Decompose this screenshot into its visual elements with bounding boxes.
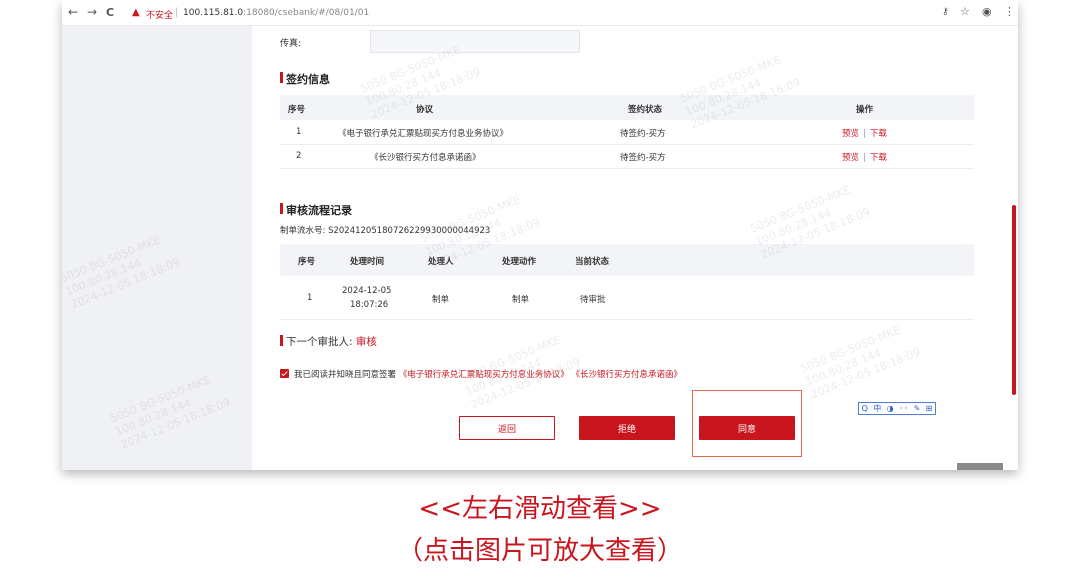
- serial-number: 制单流水号: S20241205180726229930000044923: [280, 224, 490, 236]
- ime-search-icon[interactable]: Q: [862, 404, 868, 413]
- preview-link[interactable]: 预览: [842, 153, 859, 163]
- row-status: 待审批: [580, 295, 606, 305]
- row-agreement: 《电子银行承兑汇票贴现买方付息业务协议》: [338, 129, 509, 139]
- col-sign-status: 签约状态: [628, 105, 663, 115]
- action-separator: |: [863, 153, 866, 163]
- audit-table-header: 序号 处理时间 处理人 处理动作 当前状态: [280, 244, 974, 276]
- row-handler: 制单: [432, 295, 450, 305]
- ime-toolbar[interactable]: Q 中 ◑ ◦◦ ✎ ⊞: [858, 402, 936, 415]
- row-time: 18:07:26: [350, 300, 389, 310]
- ime-moon-icon[interactable]: ◑: [887, 404, 894, 413]
- fax-input[interactable]: [370, 30, 580, 53]
- action-separator: |: [863, 129, 866, 139]
- col-status: 当前状态: [575, 257, 610, 267]
- col-handler: 处理人: [428, 257, 454, 267]
- ime-punct-icon[interactable]: ◦◦: [899, 404, 908, 413]
- download-link[interactable]: 下载: [870, 153, 887, 163]
- sidebar: [62, 26, 252, 470]
- col-time: 处理时间: [350, 257, 385, 267]
- url-path: :18080/csebank/#/08/01/01: [243, 8, 370, 18]
- ime-chinese-icon[interactable]: 中: [873, 403, 881, 414]
- row-actions: 预览 | 下载: [842, 127, 887, 139]
- forward-arrow-icon[interactable]: →: [87, 5, 97, 19]
- row-index: 1: [296, 127, 302, 137]
- next-approver-value: 审核: [355, 336, 377, 348]
- account-icon[interactable]: ◉: [982, 5, 992, 18]
- back-button[interactable]: 返回: [459, 416, 555, 440]
- browser-window: ← → C ▲ 不安全 | 100.115.81.0:18080/csebank…: [62, 0, 1018, 470]
- reload-icon[interactable]: C: [106, 6, 114, 19]
- row-index: 1: [307, 293, 313, 303]
- security-label[interactable]: 不安全: [146, 8, 173, 21]
- row-action: 制单: [512, 295, 530, 305]
- zoom-hint: （点击图片可放大查看）: [396, 536, 683, 566]
- agree-text: 我已阅读并知晓且同意签署: [294, 370, 397, 380]
- serial-label: 制单流水号:: [280, 226, 326, 236]
- row-divider: [280, 144, 974, 145]
- col-agreement: 协议: [416, 105, 434, 115]
- address-bar[interactable]: 100.115.81.0:18080/csebank/#/08/01/01: [183, 8, 369, 18]
- main-content: 传真: 签约信息 序号 协议 签约状态 操作 1 《电子银行承兑汇票贴现买方付息…: [252, 26, 1016, 470]
- row-divider: [280, 319, 974, 320]
- serial-value: S20241205180726229930000044923: [328, 226, 491, 236]
- col-actions: 操作: [856, 105, 874, 115]
- col-index: 序号: [298, 257, 316, 267]
- reject-button[interactable]: 拒绝: [579, 416, 675, 440]
- vertical-scrollbar[interactable]: [1012, 205, 1016, 395]
- star-icon[interactable]: ☆: [960, 5, 970, 18]
- download-link[interactable]: 下载: [870, 129, 887, 139]
- agree-checkbox[interactable]: [280, 369, 289, 378]
- signing-table-header: 序号 协议 签约状态 操作: [280, 95, 974, 120]
- agreement-confirm: 我已阅读并知晓且同意签署 《电子银行承兑汇票贴现买方付息业务协议》 《长沙银行买…: [280, 368, 682, 380]
- row-actions: 预览 | 下载: [842, 151, 887, 163]
- row-date: 2024-12-05: [342, 286, 392, 296]
- row-divider: [280, 168, 974, 169]
- next-approver-label: 下一个审批人:: [286, 336, 353, 348]
- agree-doc1-link[interactable]: 《电子银行承兑汇票贴现买方付息业务协议》: [399, 370, 569, 380]
- audit-section-title: 审核流程记录: [280, 202, 352, 218]
- horizontal-scrollbar[interactable]: [957, 463, 1003, 470]
- fax-label: 传真:: [280, 39, 302, 49]
- ime-grid-icon[interactable]: ⊞: [926, 404, 933, 413]
- menu-icon[interactable]: ⋮: [1004, 5, 1015, 18]
- signing-section-title: 签约信息: [280, 71, 330, 87]
- back-arrow-icon[interactable]: ←: [68, 5, 78, 19]
- browser-toolbar: ← → C ▲ 不安全 | 100.115.81.0:18080/csebank…: [62, 0, 1018, 26]
- row-status: 待签约-买方: [620, 129, 666, 139]
- agree-doc2-link[interactable]: 《长沙银行买方付息承诺函》: [571, 370, 682, 380]
- url-host: 100.115.81.0: [183, 8, 244, 18]
- col-index: 序号: [288, 105, 306, 115]
- approve-button[interactable]: 同意: [699, 416, 795, 440]
- next-approver: 下一个审批人: 审核: [280, 334, 377, 349]
- url-separator: |: [175, 7, 179, 18]
- row-status: 待签约-买方: [620, 153, 666, 163]
- ime-wrench-icon[interactable]: ✎: [914, 404, 921, 413]
- key-icon[interactable]: ⚷: [942, 7, 949, 17]
- preview-link[interactable]: 预览: [842, 129, 859, 139]
- swipe-hint: <<左右滑动查看>>: [418, 494, 662, 524]
- row-agreement: 《长沙银行买方付息承诺函》: [370, 153, 481, 163]
- row-index: 2: [296, 151, 302, 161]
- col-action: 处理动作: [502, 257, 537, 267]
- warning-icon: ▲: [132, 7, 140, 18]
